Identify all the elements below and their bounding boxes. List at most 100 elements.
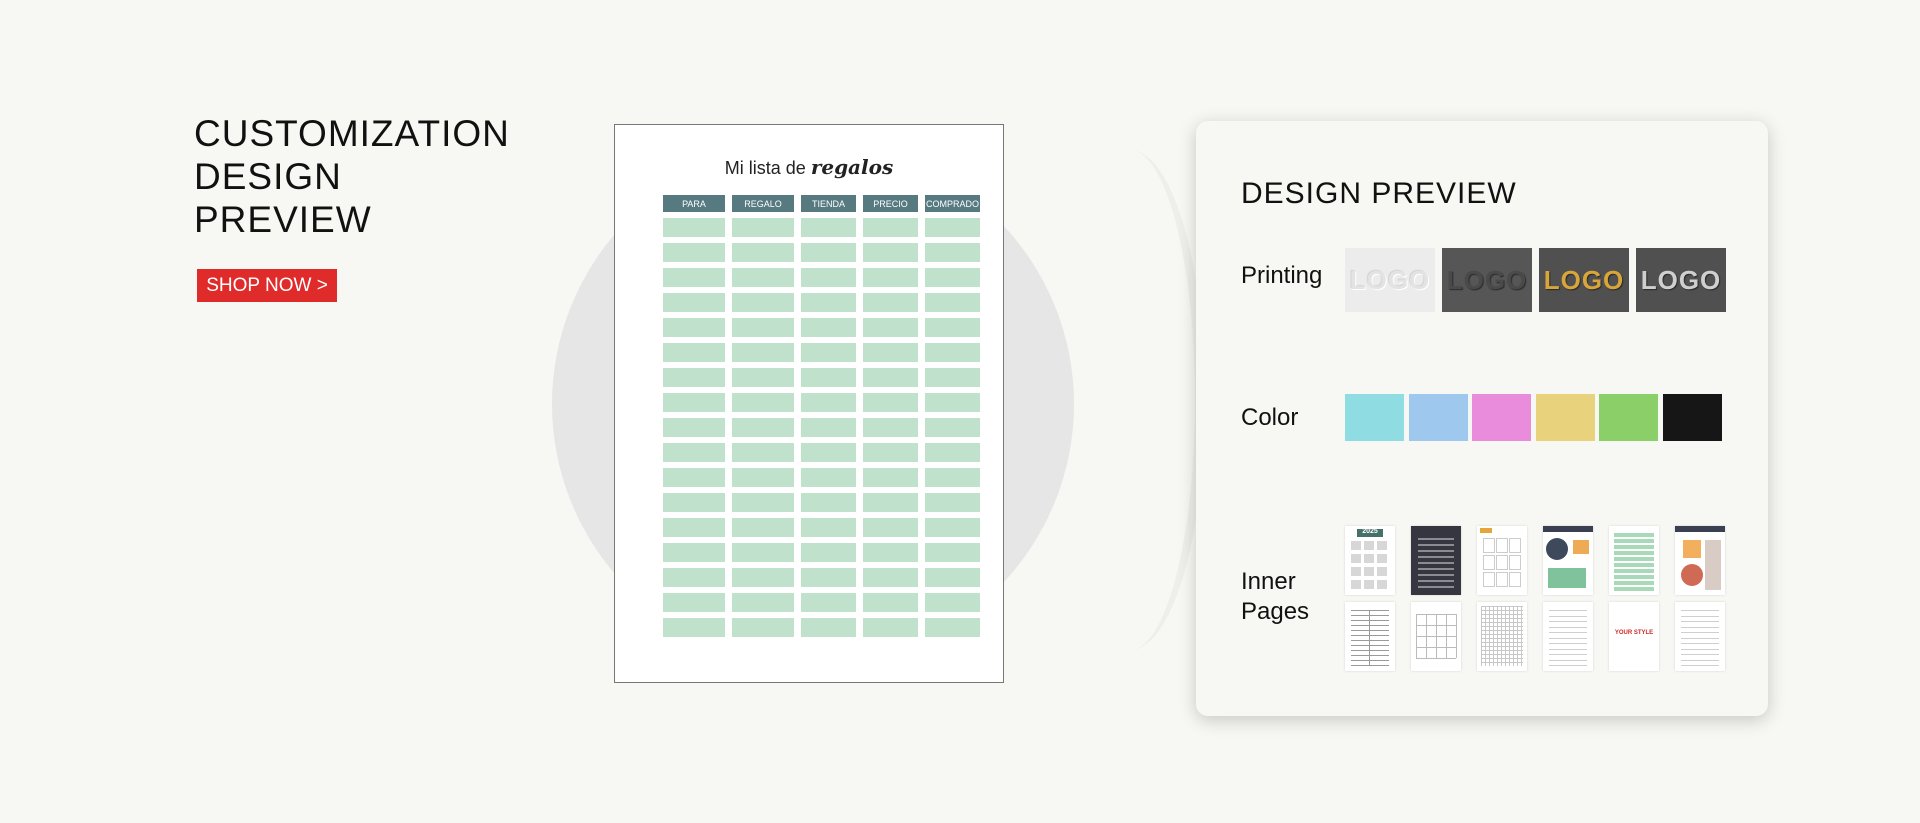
table-cell [663,293,725,312]
design-preview-panel: DESIGN PREVIEW Printing LOGO LOGO LOGO LOGO… [1196,121,1768,716]
table-cell [663,543,725,562]
table-cell [732,368,794,387]
table-cell [732,493,794,512]
table-cell [925,243,980,262]
inner-page-monthly-planner-dark[interactable] [1411,526,1461,595]
inner-page-label: YOUR STYLE [1614,630,1654,636]
table-cell [801,443,856,462]
table-cell [801,618,856,637]
table-row [663,243,980,262]
headline-line: PREVIEW [194,199,372,240]
column-header-comprado: COMPRADO [925,195,980,212]
table-row [663,418,980,437]
inner-pages-label-line: Inner [1241,568,1296,595]
table-cell [663,568,725,587]
inner-page-agenda-list[interactable] [1345,602,1395,671]
table-cell [663,468,725,487]
table-cell [732,468,794,487]
printing-option-deboss[interactable]: LOGO [1442,248,1532,312]
table-cell [925,293,980,312]
shop-now-button[interactable]: SHOP NOW > [197,269,337,302]
table-cell [863,418,918,437]
table-cell [925,618,980,637]
inner-page-vision-board[interactable] [1543,526,1593,595]
table-cell [801,268,856,287]
table-cell [925,593,980,612]
gift-list-table: PARA REGALO TIENDA PRECIO COMPRADO [656,189,987,643]
inner-page-lined-page-2[interactable] [1675,602,1725,671]
table-cell [925,268,980,287]
table-cell [663,518,725,537]
inner-page-label: 2025 [1362,528,1378,535]
inner-page-lined-page[interactable] [1543,602,1593,671]
table-cell [732,443,794,462]
table-row [663,468,980,487]
inner-page-yearly-calendar-2025[interactable]: 2025 [1345,526,1395,595]
table-cell [925,218,980,237]
document-title-script: regalos [810,155,894,179]
table-cell [732,518,794,537]
table-cell [801,218,856,237]
table-cell [925,443,980,462]
table-cell [925,518,980,537]
column-header-precio: PRECIO [863,195,918,212]
inner-page-custom-style[interactable]: YOUR STYLE [1609,602,1659,671]
table-cell [925,368,980,387]
table-cell [863,318,918,337]
table-cell [925,418,980,437]
inner-page-grid-page[interactable] [1477,602,1527,671]
table-row [663,593,980,612]
color-swatch[interactable] [1662,394,1722,441]
table-cell [732,543,794,562]
table-cell [732,318,794,337]
inner-page-collage-page[interactable] [1675,526,1725,595]
table-cell [925,343,980,362]
table-cell [801,393,856,412]
table-cell [863,518,918,537]
table-cell [863,218,918,237]
table-cell [925,393,980,412]
table-row [663,443,980,462]
panel-title: DESIGN PREVIEW [1241,177,1517,210]
table-cell [863,393,918,412]
table-row [663,268,980,287]
table-body [663,218,980,637]
printing-option-blind-emboss[interactable]: LOGO [1345,248,1435,312]
table-cell [663,343,725,362]
table-cell [801,543,856,562]
table-cell [925,568,980,587]
table-header-row: PARA REGALO TIENDA PRECIO COMPRADO [663,195,980,212]
column-header-tienda: TIENDA [801,195,856,212]
document-title-main: Mi lista de [724,158,811,178]
background-arc [1055,150,1205,650]
table-row [663,393,980,412]
table-row [663,568,980,587]
inner-page-monthly-calendar[interactable] [1411,602,1461,671]
table-cell [925,318,980,337]
printing-option-silver-foil[interactable]: LOGO [1636,248,1726,312]
table-cell [663,493,725,512]
inner-page-yearly-grid-orange[interactable] [1477,526,1527,595]
table-cell [663,218,725,237]
color-swatch[interactable] [1472,394,1531,441]
color-swatch[interactable] [1345,394,1404,441]
inner-page-green-table[interactable] [1609,526,1659,595]
color-swatch[interactable] [1408,394,1468,441]
printing-option-gold-foil[interactable]: LOGO [1539,248,1629,312]
table-cell [732,593,794,612]
color-swatch[interactable] [1599,394,1658,441]
table-cell [801,568,856,587]
table-cell [801,318,856,337]
inner-pages-label-line: Pages [1241,598,1310,625]
table-cell [801,468,856,487]
table-cell [663,243,725,262]
table-cell [863,243,918,262]
table-cell [863,368,918,387]
column-header-para: PARA [663,195,725,212]
table-cell [732,618,794,637]
printing-label: Printing [1241,262,1323,289]
table-cell [801,418,856,437]
color-swatch[interactable] [1535,394,1595,441]
table-cell [925,468,980,487]
table-cell [801,368,856,387]
